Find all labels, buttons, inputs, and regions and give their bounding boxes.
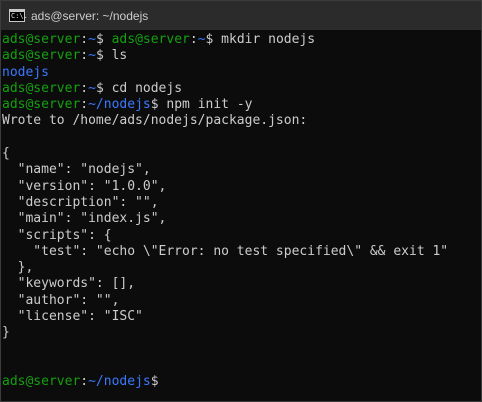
terminal-line: "description": "", [2,195,481,211]
window-title: ads@server: ~/nodejs [31,8,149,23]
terminal-line: Wrote to /home/ads/nodejs/package.json: [2,113,481,129]
terminal-text-segment: $ mkdir nodejs [205,32,316,47]
terminal-line: "name": "nodejs", [2,162,481,178]
terminal-text-segment: : [189,32,198,47]
terminal-line: "test": "echo \"Error: no test specified… [2,244,481,260]
terminal-text-segment: "name": "nodejs", [2,162,151,178]
terminal-text-segment: : [80,374,89,390]
terminal-text-segment: { [2,146,10,162]
terminal-text-segment: nodejs [2,64,49,80]
terminal-text-segment: $ [150,374,167,390]
terminal-text-segment: "scripts": { [2,227,112,243]
terminal-icon-glyph: C:\. [11,12,28,20]
terminal-line: "main": "index.js", [2,211,481,227]
terminal-text-segment: ~ [88,32,96,47]
terminal-text-segment: "description": "", [2,194,159,210]
terminal-text-segment: } [2,325,10,341]
terminal-line: nodejs [2,65,481,81]
title-bar[interactable]: C:\. ads@server: ~/nodejs [1,1,481,30]
terminal-text-segment: ads@server [2,97,81,113]
terminal-text-segment: : [80,32,89,47]
terminal-text-segment: $ ls [95,48,128,64]
terminal-text-segment: Wrote to /home/ads/nodejs/package.json: [2,113,308,129]
terminal-line: ads@server:~$ ads@server:~$ mkdir nodejs [2,32,481,48]
terminal-text-segment: "keywords": [], [2,276,136,292]
terminal-line: }, [2,260,481,276]
terminal-text-segment: "test": "echo \"Error: no test specified… [2,243,449,259]
terminal-text-segment: $ cd nodejs [95,80,183,96]
terminal-text-segment: ads@server [2,80,81,96]
terminal-window: C:\. ads@server: ~/nodejs ads@server:~$ … [0,0,482,402]
terminal-text-segment: ~/nodejs [88,97,151,113]
terminal-line: "keywords": [], [2,276,481,292]
terminal-line: ads@server:~/nodejs$ [2,374,481,390]
terminal-text-segment: ~/nodejs [88,374,151,390]
terminal-text-segment: : [80,97,89,113]
terminal-text-segment: }, [2,260,34,276]
terminal-icon: C:\. [9,9,28,22]
terminal-text-segment: ~ [88,48,96,64]
terminal-line: "author": "", [2,293,481,309]
terminal-text-segment: "author": "", [2,292,120,308]
terminal-line: ads@server:~/nodejs$ npm init -y [2,97,481,113]
terminal-text-segment: ads@server [2,32,81,47]
terminal-line: "scripts": { [2,228,481,244]
terminal-text-segment: "version": "1.0.0", [2,178,167,194]
terminal-text-segment: ~ [197,32,206,47]
terminal-text-segment: : [80,48,89,64]
terminal-text-segment: $ npm init -y [150,97,253,113]
terminal-text-segment: ads@server [2,374,81,390]
terminal-line: "version": "1.0.0", [2,179,481,195]
terminal-text-segment: ads@server [2,48,81,64]
terminal-line: ads@server:~$ cd nodejs [2,81,481,97]
terminal-line: } [2,325,481,341]
terminal-text-segment: $ [95,32,112,47]
terminal-text-segment: "license": "ISC" [2,309,143,325]
terminal-output[interactable]: ads@server:~$ ads@server:~$ mkdir nodejs… [1,30,481,391]
terminal-line: { [2,146,481,162]
terminal-text-segment: "main": "index.js", [2,211,167,227]
terminal-text-segment: : [80,80,89,96]
terminal-text-segment: ~ [88,80,96,96]
terminal-line: "license": "ISC" [2,309,481,325]
terminal-line: ads@server:~$ ls [2,48,481,64]
terminal-text-segment: ads@server [111,32,190,47]
